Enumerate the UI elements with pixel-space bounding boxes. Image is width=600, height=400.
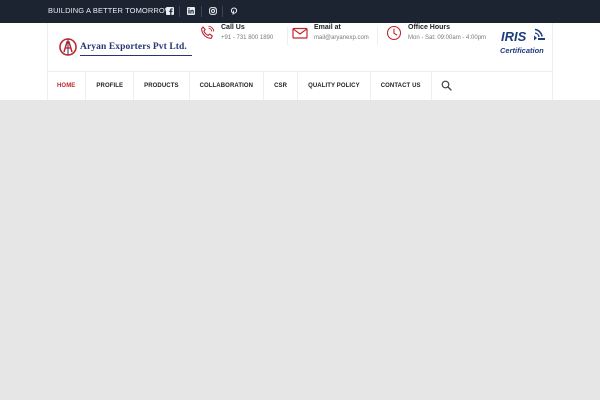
iris-brand: IRIS [501, 29, 527, 44]
iris-logo-icon: IRIS Certification [500, 28, 545, 55]
contact-email: Email at mail@aryanexp.com [292, 23, 377, 71]
nav-item-quality-policy[interactable]: QUALITY POLICY [298, 71, 371, 100]
nav-item-csr[interactable]: CSR [264, 71, 299, 100]
logo-underline [80, 55, 192, 56]
instagram-icon[interactable] [207, 5, 219, 17]
mail-icon [292, 27, 308, 39]
contact-hours-detail: Mon - Sat: 09:00am - 4:00pm [408, 35, 487, 41]
social-divider [201, 6, 202, 17]
info-divider [287, 27, 288, 45]
site-logo[interactable]: Aryan Exporters Pvt Ltd. [59, 36, 194, 58]
nav-item-products[interactable]: PRODUCTS [134, 71, 190, 100]
clock-icon [386, 25, 402, 41]
contact-hours: Office Hours Mon - Sat: 09:00am - 4:00pm [386, 23, 494, 71]
facebook-icon[interactable] [164, 5, 176, 17]
logo-text: Aryan Exporters Pvt Ltd. [80, 42, 187, 52]
contact-call-number[interactable]: +91 - 731 800 1890 [221, 35, 273, 41]
contact-hours-title: Office Hours [408, 24, 451, 31]
social-divider [222, 6, 223, 17]
info-divider [377, 27, 378, 45]
nav-item-home[interactable]: HOME [47, 71, 87, 100]
contact-call: Call Us +91 - 731 800 1890 [199, 23, 289, 71]
iris-certification-badge: IRIS Certification [498, 26, 550, 56]
phone-icon [201, 25, 215, 39]
site-header: Aryan Exporters Pvt Ltd. Call Us +91 - 7… [0, 23, 600, 100]
hero-slider-area [0, 100, 600, 400]
contact-call-title: Call Us [221, 24, 245, 31]
main-nav: HOME PROFILE PRODUCTS COLLABORATION CSR … [47, 71, 460, 100]
nav-item-contact-us[interactable]: CONTACT US [371, 71, 432, 100]
iris-label: Certification [500, 46, 544, 55]
social-divider [179, 6, 180, 17]
pinterest-icon[interactable] [228, 5, 240, 17]
search-icon [441, 80, 452, 91]
nav-item-collaboration[interactable]: COLLABORATION [190, 71, 265, 100]
contact-email-title: Email at [314, 24, 341, 31]
search-button[interactable] [434, 71, 460, 100]
nav-item-profile[interactable]: PROFILE [86, 71, 135, 100]
linkedin-icon[interactable] [185, 5, 197, 17]
logo-mark-icon [59, 38, 77, 56]
top-bar: BUILDING A BETTER TOMORROW [0, 0, 600, 23]
contact-email-address[interactable]: mail@aryanexp.com [314, 35, 369, 41]
tagline: BUILDING A BETTER TOMORROW [48, 6, 173, 15]
